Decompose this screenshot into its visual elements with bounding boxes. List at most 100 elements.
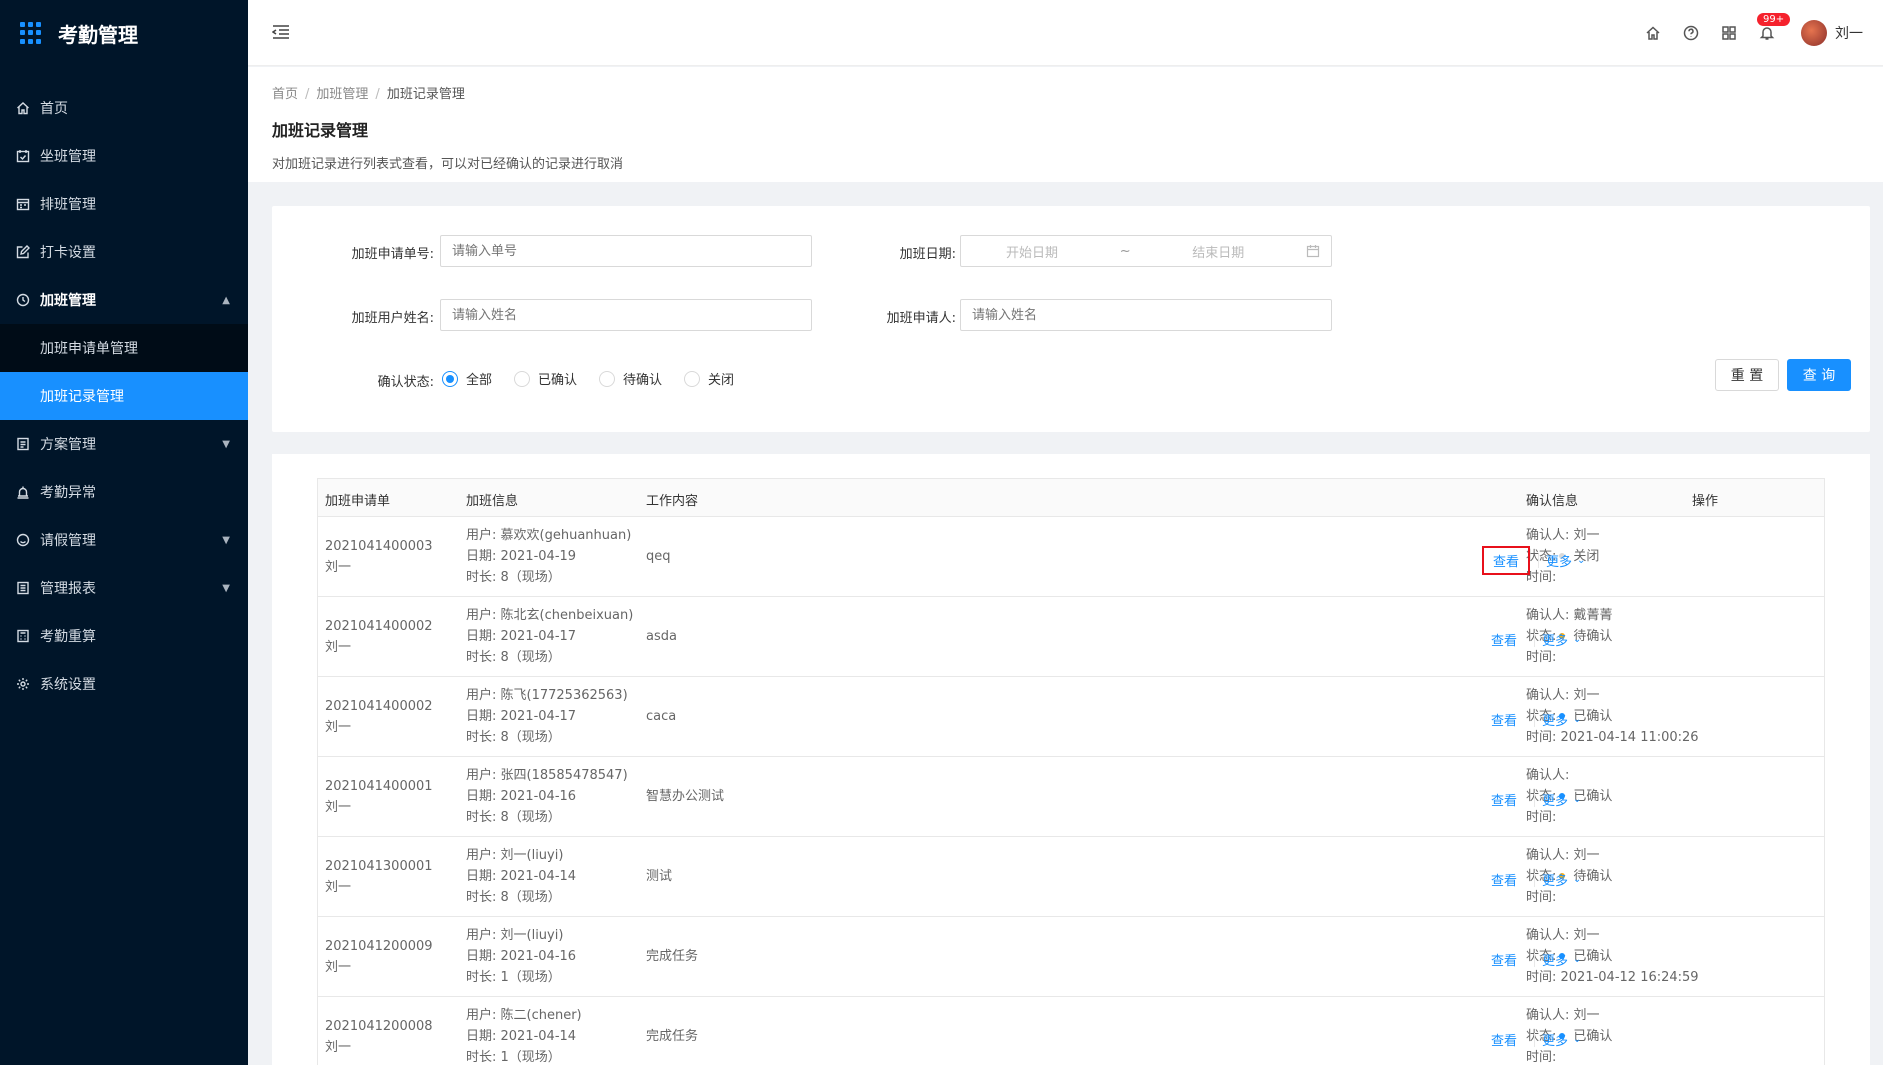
query-button[interactable]: 查 询 (1787, 359, 1851, 391)
order-id: 2021041400003 (325, 539, 433, 554)
date-end-placeholder[interactable]: 结束日期 (1158, 242, 1278, 261)
date-range-picker[interactable]: 开始日期 ~ 结束日期 (960, 235, 1332, 267)
table-row: 2021041400002 刘一 用户: 陈北玄(chenbeixuan) 日期: 2… (318, 597, 1824, 677)
sidebar-item-0[interactable]: 首页 (0, 84, 248, 132)
sidebar-item-1[interactable]: 坐班管理 (0, 132, 248, 180)
bell-icon[interactable]: 99+ (1757, 13, 1791, 41)
apps-icon[interactable] (1721, 25, 1737, 41)
breadcrumb-item-overtime[interactable]: 加班管理 (316, 87, 368, 102)
status-radio-confirmed[interactable]: 已确认 (514, 369, 577, 388)
records-panel: 加班申请单 加班信息 工作内容 确认信息 操作 2021041400003 刘一用… (272, 454, 1870, 1065)
app-title: 考勤管理 (58, 22, 138, 47)
sidebar-item-5[interactable]: 方案管理 ▼ (0, 420, 248, 468)
chevron-down-icon[interactable]: ⌄ (1573, 794, 1581, 805)
sidebar-item-8[interactable]: 管理报表 ▼ (0, 564, 248, 612)
chevron-down-icon[interactable]: ⌄ (1573, 714, 1581, 725)
reset-button[interactable]: 重 置 (1715, 359, 1779, 391)
row-actions: 查看 更多 ⌄ (1491, 706, 1581, 733)
order-id: 2021041400002 (325, 699, 433, 714)
status-radio-all[interactable]: 全部 (442, 369, 492, 388)
chevron-down-icon[interactable]: ⌄ (1573, 874, 1581, 885)
info-cell: 用户: 陈飞(17725362563) 日期: 2021-04-17 时长: 8（现… (466, 685, 628, 748)
order-id: 2021041400001 (325, 779, 433, 794)
table-header: 加班申请单 加班信息 工作内容 确认信息 操作 (318, 479, 1824, 517)
more-button[interactable]: 更多 (1542, 790, 1568, 809)
edit-icon (16, 245, 30, 259)
calculator-icon (16, 629, 30, 643)
menu-fold-icon[interactable] (271, 24, 290, 40)
home-icon (16, 101, 30, 115)
row-actions: 查看 更多 ⌄ (1482, 546, 1585, 575)
status-radio-closed[interactable]: 关闭 (684, 369, 734, 388)
sidebar-item-7[interactable]: 请假管理 ▼ (0, 516, 248, 564)
home-icon[interactable] (1645, 25, 1661, 41)
username[interactable]: 刘一 (1835, 23, 1863, 43)
more-button[interactable]: 更多 (1542, 1030, 1568, 1049)
more-button[interactable]: 更多 (1546, 551, 1572, 570)
col-work: 工作内容 (646, 494, 699, 509)
order-cell: 2021041200009 刘一 (325, 936, 433, 978)
applicant-input[interactable] (960, 299, 1332, 331)
order-applicant: 刘一 (325, 640, 352, 655)
more-button[interactable]: 更多 (1542, 950, 1568, 969)
chevron-down-icon[interactable]: ⌄ (1573, 634, 1581, 645)
help-icon[interactable] (1683, 25, 1699, 41)
chevron-down-icon[interactable]: ⌄ (1573, 954, 1581, 965)
date-start-placeholder[interactable]: 开始日期 (972, 242, 1092, 261)
sidebar-item-6[interactable]: 考勤异常 (0, 468, 248, 516)
order-applicant: 刘一 (325, 880, 352, 895)
row-actions: 查看 更多 ⌄ (1491, 946, 1581, 973)
page-description: 对加班记录进行列表式查看，可以对已经确认的记录进行取消 (272, 157, 624, 172)
date-separator: ~ (1119, 243, 1131, 259)
sidebar-item-label: 加班管理 (40, 293, 96, 309)
notification-badge: 99+ (1757, 13, 1791, 26)
chevron-down-icon: ▼ (222, 582, 230, 594)
view-button[interactable]: 查看 (1482, 706, 1526, 733)
info-date: 日期: 2021-04-17 (466, 709, 577, 724)
more-button[interactable]: 更多 (1542, 870, 1568, 889)
sidebar-item-3[interactable]: 打卡设置 (0, 228, 248, 276)
calendar-check-icon (16, 149, 30, 163)
view-button[interactable]: 查看 (1482, 786, 1526, 813)
sidebar-item-9[interactable]: 考勤重算 (0, 612, 248, 660)
sidebar-item-label: 打卡设置 (40, 245, 96, 261)
info-cell: 用户: 张四(18585478547) 日期: 2021-04-16 时长: 8（现… (466, 765, 628, 828)
sidebar-item-10[interactable]: 系统设置 (0, 660, 248, 708)
work-content: asda (646, 629, 677, 644)
sidebar-subitem-0[interactable]: 加班申请单管理 (0, 324, 248, 372)
info-date: 日期: 2021-04-19 (466, 549, 577, 564)
sidebar-item-label: 请假管理 (40, 533, 96, 549)
info-cell: 用户: 慕欢欢(gehuanhuan) 日期: 2021-04-19 时长: 8（现… (466, 525, 631, 588)
chevron-down-icon[interactable]: ⌄ (1577, 555, 1585, 566)
view-button[interactable]: 查看 (1482, 866, 1526, 893)
info-date: 日期: 2021-04-14 (466, 1029, 577, 1044)
sidebar-item-4[interactable]: 加班管理 ▲ (0, 276, 248, 324)
work-content: 测试 (646, 869, 673, 884)
filter-panel: 加班申请单号: 加班日期: 开始日期 ~ 结束日期 加班用户姓名: 加班申请人:… (272, 206, 1870, 432)
more-button[interactable]: 更多 (1542, 630, 1568, 649)
view-button[interactable]: 查看 (1482, 626, 1526, 653)
more-button[interactable]: 更多 (1542, 710, 1568, 729)
avatar[interactable] (1801, 20, 1827, 46)
breadcrumb-item-home[interactable]: 首页 (272, 87, 298, 102)
order-id: 2021041400002 (325, 619, 433, 634)
sidebar-item-label: 首页 (40, 101, 68, 117)
view-button[interactable]: 查看 (1482, 1026, 1526, 1053)
order-applicant: 刘一 (325, 1040, 352, 1055)
work-content: caca (646, 709, 677, 724)
app-logo[interactable]: 考勤管理 (0, 0, 248, 66)
sidebar-subitem-1[interactable]: 加班记录管理 (0, 372, 248, 420)
table-row: 2021041200008 刘一 用户: 陈二(chener) 日期: 2021-04… (318, 997, 1824, 1065)
status-radio-pending[interactable]: 待确认 (599, 369, 662, 388)
breadcrumb-item-current: 加班记录管理 (386, 87, 465, 102)
user-name-input[interactable] (440, 299, 812, 331)
user-name-label: 加班用户姓名: (351, 311, 434, 326)
view-button[interactable]: 查看 (1482, 546, 1531, 575)
info-user: 用户: 刘一(liuyi) (466, 928, 564, 943)
chevron-down-icon[interactable]: ⌄ (1573, 1034, 1581, 1045)
leave-icon (16, 533, 30, 547)
order-no-input[interactable] (440, 235, 812, 267)
sidebar-item-2[interactable]: 排班管理 (0, 180, 248, 228)
view-button[interactable]: 查看 (1482, 946, 1526, 973)
col-info: 加班信息 (466, 494, 519, 509)
